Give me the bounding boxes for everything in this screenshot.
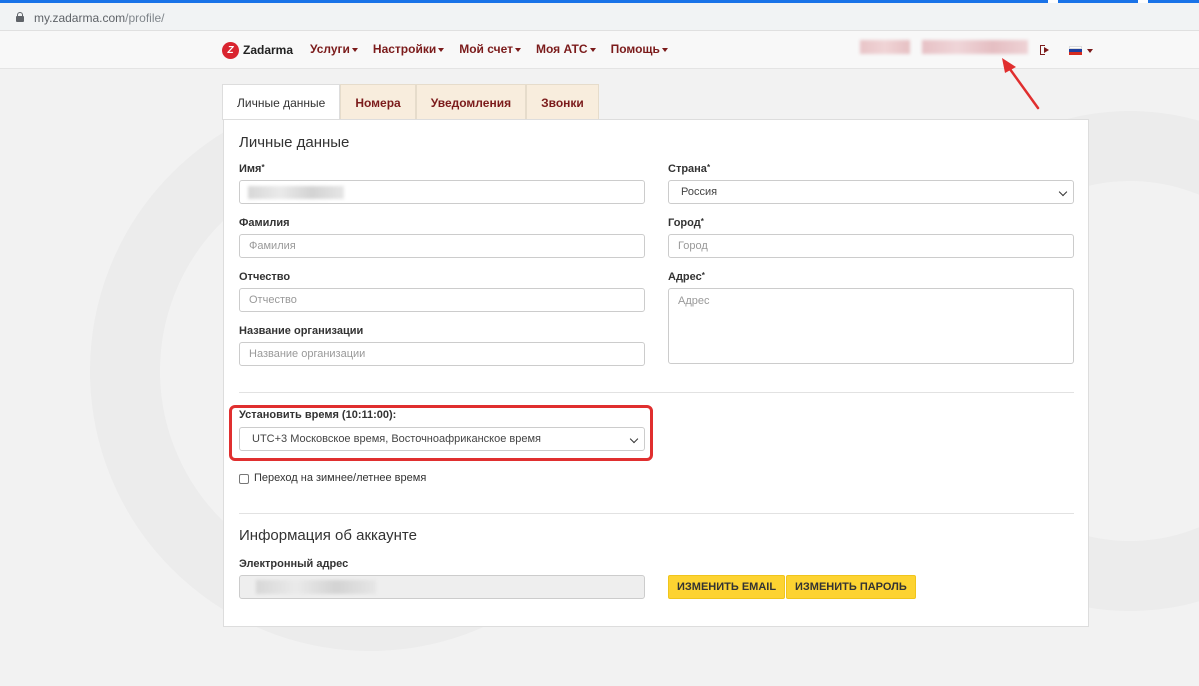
url-domain: my.zadarma.com — [34, 11, 126, 25]
first-name-field[interactable] — [239, 180, 645, 204]
menu-label: Мой счет — [459, 42, 513, 56]
required-mark: * — [261, 163, 265, 172]
time-label: Установить время (10:11:00): — [239, 409, 397, 421]
main-menu: Услуги Настройки Мой счет Моя АТС Помощь — [310, 42, 668, 56]
menu-item-settings[interactable]: Настройки — [372, 42, 445, 56]
address-label: Адрес* — [668, 271, 705, 283]
timezone-value: UTC+3 Московское время, Восточноафриканс… — [252, 433, 541, 445]
menu-label: Настройки — [372, 42, 437, 56]
menu-label: Моя АТС — [535, 42, 588, 56]
dst-label[interactable]: Переход на зимнее/летнее время — [254, 472, 426, 484]
last-name-label: Фамилия — [239, 217, 290, 229]
menu-item-services[interactable]: Услуги — [310, 42, 358, 56]
chevron-down-icon — [1058, 187, 1068, 197]
caret-down-icon[interactable] — [1087, 49, 1093, 53]
caret-down-icon — [589, 47, 596, 52]
zadarma-logo[interactable]: Z Zadarma — [222, 40, 293, 60]
blurred-email — [256, 580, 376, 594]
required-mark: * — [706, 163, 711, 172]
tab-numbers[interactable]: Номера — [340, 84, 416, 120]
section-title-account: Информация об аккаунте — [239, 527, 417, 544]
lock-icon — [16, 12, 24, 22]
country-select[interactable]: Россия — [668, 180, 1074, 204]
address-textarea[interactable] — [668, 288, 1074, 364]
menu-item-pbx[interactable]: Моя АТС — [536, 42, 596, 56]
blurred-first-name — [248, 186, 344, 199]
tab-notifications[interactable]: Уведомления — [415, 84, 527, 120]
patronymic-input[interactable] — [239, 288, 645, 312]
chevron-down-icon — [629, 434, 639, 444]
required-mark: * — [701, 271, 705, 280]
logo-text: Zadarma — [243, 43, 294, 57]
url-text[interactable]: my.zadarma.com/profile/ — [34, 11, 165, 25]
logout-icon[interactable] — [1040, 45, 1050, 55]
first-name-label: Имя* — [239, 163, 265, 175]
caret-down-icon — [661, 47, 668, 52]
country-label: Страна* — [668, 163, 710, 175]
city-label: Город* — [668, 217, 704, 229]
caret-down-icon — [438, 47, 445, 52]
menu-item-account[interactable]: Мой счет — [459, 42, 521, 56]
profile-tabs: Личные данные Номера Уведомления Звонки — [222, 84, 599, 120]
required-mark: * — [700, 217, 704, 226]
menu-label: Услуги — [310, 42, 350, 56]
blurred-username[interactable] — [922, 40, 1028, 54]
dst-checkbox[interactable] — [239, 474, 249, 484]
divider — [239, 513, 1074, 514]
url-path: /profile/ — [125, 11, 165, 25]
organization-input[interactable] — [239, 342, 645, 366]
last-name-input[interactable] — [239, 234, 645, 258]
menu-item-help[interactable]: Помощь — [611, 42, 668, 56]
label-text: Страна — [668, 163, 707, 175]
organization-label: Название организации — [239, 325, 364, 337]
blurred-balance — [860, 40, 910, 54]
annotation-arrow — [1002, 58, 1040, 110]
russia-flag-icon[interactable] — [1069, 46, 1082, 55]
divider — [239, 392, 1074, 393]
address-bar[interactable]: my.zadarma.com/profile/ — [0, 3, 1199, 31]
menu-label: Помощь — [610, 42, 660, 56]
logo-mark-icon: Z — [222, 41, 239, 59]
label-text: Адрес — [668, 271, 702, 283]
email-field — [239, 575, 645, 599]
timezone-select[interactable]: UTC+3 Московское время, Восточноафриканс… — [239, 427, 645, 451]
section-title-personal: Личные данные — [239, 134, 350, 151]
email-label: Электронный адрес — [239, 558, 349, 570]
label-text: Город — [668, 217, 701, 229]
patronymic-label: Отчество — [239, 271, 291, 283]
city-input[interactable] — [668, 234, 1074, 258]
change-password-button[interactable]: ИЗМЕНИТЬ ПАРОЛЬ — [786, 575, 916, 599]
tab-personal-data[interactable]: Личные данные — [222, 84, 341, 120]
change-email-button[interactable]: ИЗМЕНИТЬ EMAIL — [668, 575, 786, 599]
label-text: Имя — [239, 163, 262, 175]
country-value: Россия — [681, 186, 718, 198]
profile-panel: Личные данные Имя* Фамилия Отчество Назв… — [223, 119, 1089, 627]
caret-down-icon — [351, 47, 358, 52]
caret-down-icon — [514, 47, 521, 52]
tab-calls[interactable]: Звонки — [526, 84, 599, 120]
